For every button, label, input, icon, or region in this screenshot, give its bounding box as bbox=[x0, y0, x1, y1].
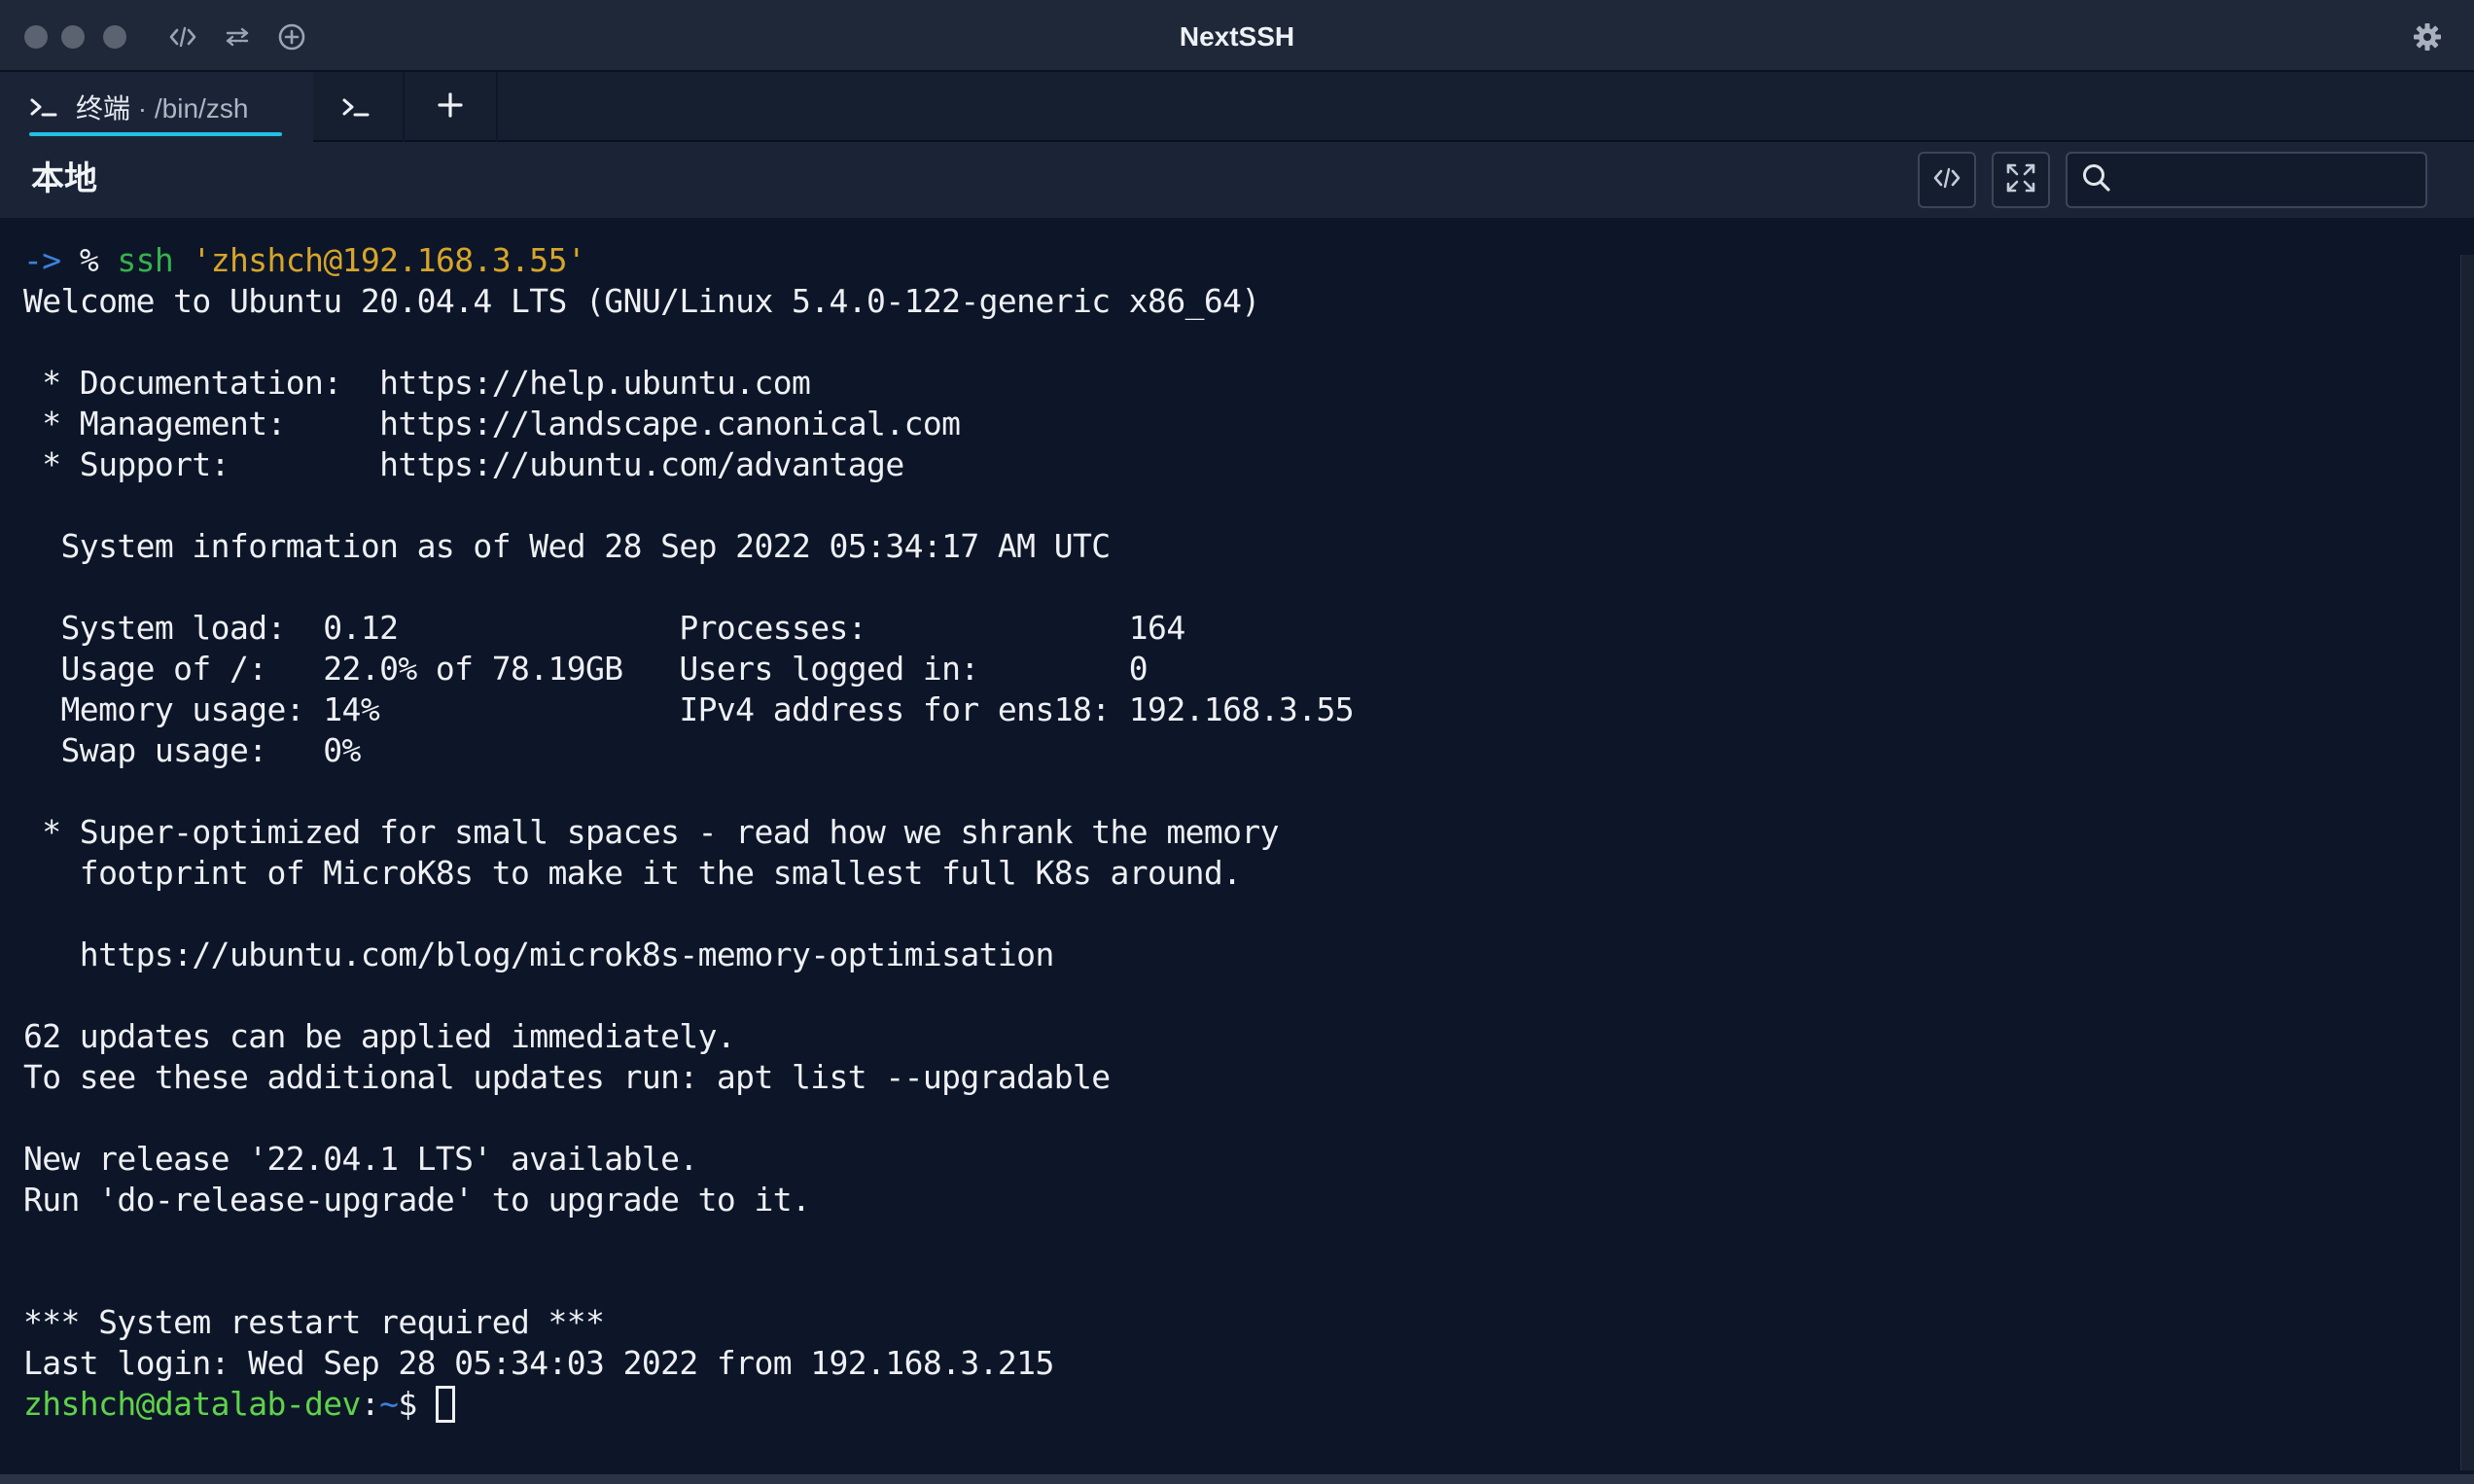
host-title: 本地 bbox=[31, 160, 97, 197]
add-tab-button[interactable] bbox=[405, 72, 498, 142]
terminal-line: Run 'do-release-upgrade' to upgrade to i… bbox=[23, 1181, 811, 1219]
terminal-line: New release '22.04.1 LTS' available. bbox=[23, 1140, 698, 1178]
search-input[interactable] bbox=[2122, 156, 2452, 204]
tab-separator: · bbox=[130, 93, 155, 124]
terminal-output[interactable]: -> % ssh 'zhshch@192.168.3.55' Welcome t… bbox=[0, 218, 2474, 1476]
search-box[interactable] bbox=[2066, 152, 2452, 208]
command-name: ssh bbox=[117, 241, 174, 279]
app-window: NextSSH 终端 · /bin/zsh 本地 -> % ssh 'zhshc… bbox=[0, 0, 2474, 1484]
local-prompt-line: -> % ssh 'zhshch@192.168.3.55' bbox=[23, 240, 2474, 281]
snippets-button[interactable] bbox=[1918, 152, 1976, 208]
search-icon bbox=[2081, 162, 2112, 198]
terminal-cursor bbox=[435, 1385, 455, 1423]
terminal-line: 62 updates can be applied immediately. bbox=[23, 1017, 736, 1055]
window-bottom-edge bbox=[0, 1474, 2474, 1484]
prompt-arrow: -> bbox=[23, 241, 61, 279]
minimize-window-button[interactable] bbox=[61, 25, 85, 49]
terminal-line: footprint of MicroK8s to make it the sma… bbox=[23, 854, 1242, 892]
title-bar: NextSSH bbox=[0, 0, 2474, 72]
prompt-symbol: % bbox=[79, 241, 99, 279]
transfer-icon[interactable] bbox=[218, 18, 257, 56]
host-bar: 本地 bbox=[0, 142, 2474, 218]
terminal-line: Swap usage: 0% bbox=[23, 731, 362, 769]
gear-icon[interactable] bbox=[2408, 18, 2447, 56]
zoom-window-button[interactable] bbox=[103, 25, 126, 49]
terminal-scrollbar[interactable] bbox=[2460, 255, 2474, 1470]
tab-title: 终端 bbox=[76, 93, 131, 124]
terminal-line: To see these additional updates run: apt… bbox=[23, 1058, 1111, 1096]
code-icon[interactable] bbox=[163, 18, 202, 56]
close-window-button[interactable] bbox=[24, 25, 48, 49]
terminal-line: Last login: Wed Sep 28 05:34:03 2022 fro… bbox=[23, 1344, 1054, 1382]
tab-terminal-zsh[interactable]: 终端 · /bin/zsh bbox=[0, 72, 313, 142]
terminal-line: *** System restart required *** bbox=[23, 1303, 605, 1341]
terminal-line: * Management: https://landscape.canonica… bbox=[23, 405, 961, 442]
prompt-user-host: zhshch@datalab-dev bbox=[23, 1385, 361, 1423]
terminal-line: * Documentation: https://help.ubuntu.com bbox=[23, 364, 811, 402]
terminal-prompt-icon bbox=[341, 90, 374, 124]
tab-subtitle: /bin/zsh bbox=[154, 93, 249, 124]
prompt-dollar: $ bbox=[398, 1385, 436, 1423]
tab-terminal-2[interactable] bbox=[313, 72, 405, 142]
app-title: NextSSH bbox=[1179, 21, 1295, 52]
terminal-line: https://ubuntu.com/blog/microk8s-memory-… bbox=[23, 936, 1055, 973]
expand-icon bbox=[2005, 162, 2036, 198]
tab-label: 终端 · /bin/zsh bbox=[76, 88, 248, 126]
output-lines: Welcome to Ubuntu 20.04.4 LTS (GNU/Linux… bbox=[23, 281, 2474, 1384]
terminal-line: * Support: https://ubuntu.com/advantage bbox=[23, 445, 904, 483]
plus-icon bbox=[437, 91, 464, 124]
terminal-line: System load: 0.12 Processes: 164 bbox=[23, 609, 1186, 647]
remote-prompt-line: zhshch@datalab-dev:~$ bbox=[23, 1384, 2474, 1425]
command-argument: 'zhshch@192.168.3.55' bbox=[192, 241, 586, 279]
fullscreen-button[interactable] bbox=[1992, 152, 2050, 208]
terminal-line: System information as of Wed 28 Sep 2022… bbox=[23, 527, 1112, 565]
prompt-path: ~ bbox=[379, 1385, 399, 1423]
terminal-line: * Super-optimized for small spaces - rea… bbox=[23, 813, 1279, 851]
prompt-colon: : bbox=[360, 1385, 380, 1423]
code-icon bbox=[1931, 165, 1962, 195]
active-tab-indicator bbox=[29, 132, 282, 136]
terminal-prompt-icon bbox=[29, 90, 62, 124]
add-circle-icon[interactable] bbox=[272, 18, 311, 56]
terminal-line: Memory usage: 14% IPv4 address for ens18… bbox=[23, 690, 1355, 728]
terminal-line: Usage of /: 22.0% of 78.19GB Users logge… bbox=[23, 650, 1149, 688]
terminal-line: Welcome to Ubuntu 20.04.4 LTS (GNU/Linux… bbox=[23, 282, 1260, 320]
tab-bar: 终端 · /bin/zsh bbox=[0, 72, 2474, 142]
